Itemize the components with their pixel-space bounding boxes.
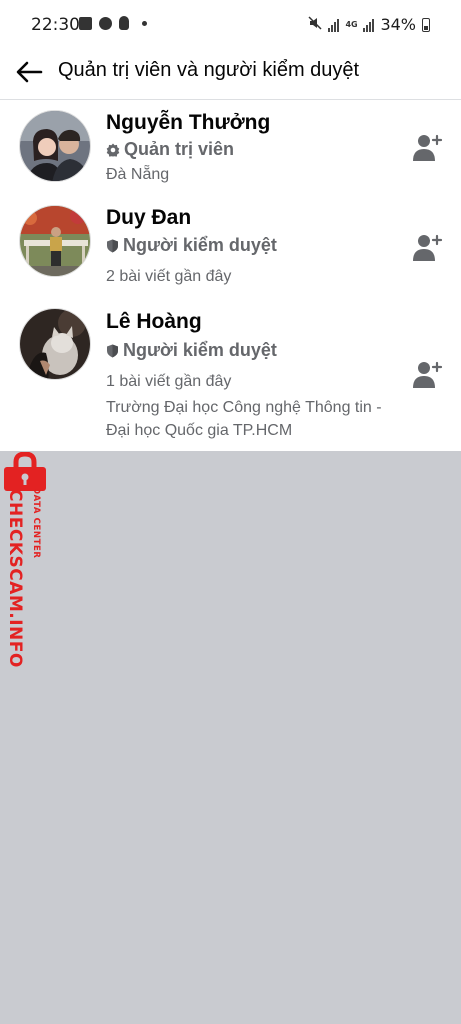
battery-icon [422, 17, 430, 32]
member-role-label: Quản trị viên [124, 139, 235, 159]
system-icons: 4G 34% [308, 15, 430, 34]
back-button[interactable] [12, 55, 46, 89]
status-time: 22:30 [31, 15, 80, 35]
member-recent-posts: 1 bài viết gần đây [106, 373, 232, 390]
member-role: Người kiểm duyệt [106, 235, 277, 256]
app-header: Quản trị viên và người kiểm duyệt [0, 50, 461, 100]
watermark-brand: CHECKSCAM.INFO [5, 489, 25, 668]
member-role-label: Người kiểm duyệt [123, 340, 277, 360]
gallery-icon [79, 16, 92, 30]
back-arrow-icon [16, 61, 43, 83]
member-role-label: Người kiểm duyệt [123, 235, 277, 255]
add-friend-button[interactable] [410, 357, 444, 391]
member-name[interactable]: Lê Hoàng [106, 310, 202, 334]
add-friend-icon [413, 234, 443, 261]
member-role: Người kiểm duyệt [106, 340, 277, 361]
avatar[interactable] [19, 110, 91, 182]
admin-badge-icon [106, 143, 120, 157]
member-row[interactable]: Nguyễn Thưởng Quản trị viên Đà Nẵng [0, 105, 461, 195]
watermark-tagline: DATA CENTER [31, 487, 41, 559]
moderator-shield-icon [107, 239, 118, 252]
status-bar: 22:30 4G 34% [0, 0, 461, 50]
member-row[interactable]: Duy Đan Người kiểm duyệt 2 bài viết gần … [0, 200, 461, 300]
signal-icon-2 [363, 18, 375, 32]
member-recent-posts: 2 bài viết gần đây [106, 268, 232, 285]
notification-icons [79, 16, 147, 30]
facebook-icon [99, 16, 112, 30]
member-name[interactable]: Nguyễn Thưởng [106, 111, 270, 135]
avatar[interactable] [19, 205, 91, 277]
add-friend-button[interactable] [410, 130, 444, 164]
member-name[interactable]: Duy Đan [106, 206, 191, 230]
member-row[interactable]: Lê Hoàng Người kiểm duyệt 1 bài viết gần… [0, 305, 461, 451]
network-type: 4G [345, 19, 358, 29]
add-friend-button[interactable] [410, 230, 444, 264]
more-notifications-icon [142, 20, 147, 26]
add-friend-icon [413, 361, 443, 388]
mute-icon [308, 15, 322, 34]
bulb-icon [119, 16, 129, 30]
add-friend-icon [413, 134, 443, 161]
member-workplace-line-2: Đại học Quốc gia TP.HCM [106, 422, 293, 439]
member-role: Quản trị viên [106, 139, 234, 160]
battery-percent: 34% [380, 15, 416, 34]
signal-icon [328, 18, 340, 32]
member-location: Đà Nẵng [106, 166, 170, 183]
member-workplace: Trường Đại học Công nghệ Thông tin - [106, 399, 382, 416]
page-title: Quản trị viên và người kiểm duyệt [58, 59, 360, 81]
avatar[interactable] [19, 308, 91, 380]
moderator-shield-icon [107, 344, 118, 357]
